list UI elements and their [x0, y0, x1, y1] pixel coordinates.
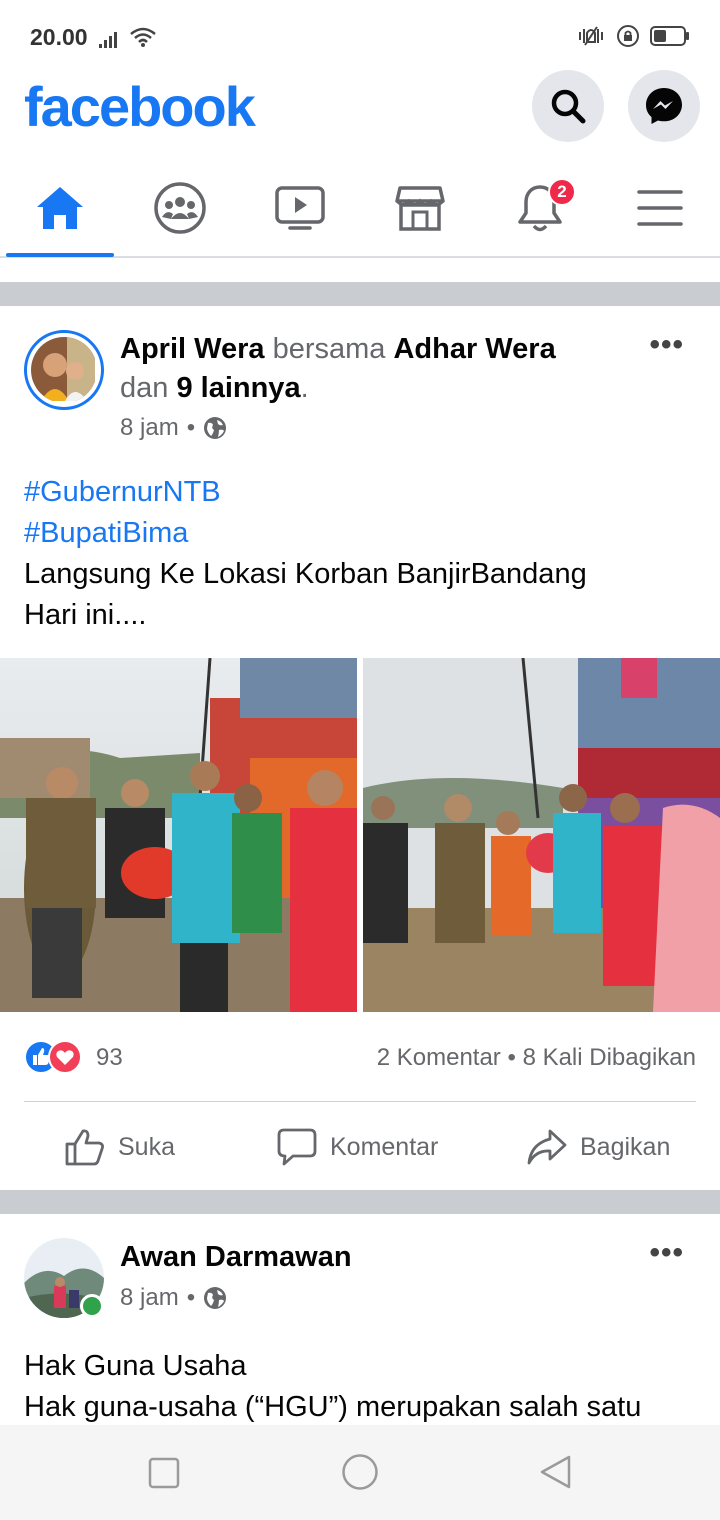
tab-watch[interactable]	[240, 160, 360, 256]
watch-icon	[275, 186, 325, 230]
with-word: bersama	[272, 333, 386, 365]
share-count[interactable]: 8 Kali Dibagikan	[523, 1044, 696, 1071]
globe-icon	[204, 417, 227, 439]
post-text-line: Hak guna-usaha (“HGU”) merupakan salah s…	[24, 1391, 642, 1423]
post-author[interactable]: Awan Darmawan	[120, 1241, 352, 1273]
home-circle-icon[interactable]	[341, 1453, 379, 1491]
back-icon[interactable]	[538, 1454, 572, 1490]
love-reaction-icon	[48, 1040, 82, 1074]
wifi-icon	[130, 27, 156, 47]
signal-icon	[99, 32, 117, 48]
post-meta: 8 jam •	[120, 1284, 227, 1312]
notification-badge: 2	[548, 178, 576, 206]
comments-shares: 2 Komentar • 8 Kali Dibagikan	[377, 1044, 696, 1072]
tab-groups[interactable]	[120, 160, 240, 256]
tab-notifications[interactable]: 2	[480, 160, 600, 256]
hashtag-link[interactable]: #GubernurNTB	[24, 472, 587, 513]
marketplace-icon	[395, 186, 445, 231]
post-photo-2[interactable]	[363, 658, 720, 1012]
meta-dot: •	[186, 414, 196, 441]
status-right-icons	[576, 24, 690, 48]
feed-post: Awan Darmawan 8 jam • ••• Hak Guna Usaha…	[0, 1214, 720, 1425]
search-button[interactable]	[532, 70, 604, 142]
post-options-button[interactable]: •••	[649, 1236, 684, 1270]
comment-count[interactable]: 2 Komentar	[377, 1044, 501, 1071]
avatar-photo	[31, 337, 97, 403]
post-text: #GubernurNTB #BupatiBima Langsung Ke Lok…	[24, 472, 587, 636]
post-text-line: Hak Guna Usaha	[24, 1350, 247, 1382]
facebook-logo[interactable]: facebook	[24, 74, 256, 139]
battery-icon	[650, 26, 689, 46]
groups-icon	[154, 182, 206, 234]
post-text-line: Hari ini....	[24, 599, 147, 631]
meta-dot: •	[186, 1284, 196, 1311]
post-text-line: Langsung Ke Lokasi Korban BanjirBandang	[24, 558, 587, 590]
status-left-icons	[99, 26, 157, 48]
actions-divider	[24, 1101, 696, 1102]
share-label: Bagikan	[580, 1132, 671, 1161]
android-nav-bar	[0, 1425, 720, 1520]
status-bar: 20.00	[0, 0, 720, 70]
post-time[interactable]: 8 jam	[120, 1284, 179, 1312]
reactions-row: 93 2 Komentar • 8 Kali Dibagikan	[24, 1040, 696, 1076]
tagged-user[interactable]: Adhar Wera	[393, 333, 555, 365]
tab-marketplace[interactable]	[360, 160, 480, 256]
post-meta: 8 jam •	[120, 414, 227, 442]
avatar[interactable]	[24, 330, 104, 410]
thumbs-up-icon	[65, 1129, 104, 1166]
globe-icon	[204, 1287, 227, 1309]
post-text: Hak Guna Usaha Hak guna-usaha (“HGU”) me…	[24, 1346, 641, 1425]
meta-dot: •	[507, 1044, 523, 1071]
post-options-button[interactable]: •••	[649, 328, 684, 362]
comment-label: Komentar	[330, 1132, 439, 1161]
like-label: Suka	[118, 1132, 175, 1161]
rotation-lock-icon	[617, 25, 639, 47]
period: .	[300, 372, 309, 404]
home-icon	[37, 187, 83, 229]
share-icon	[527, 1129, 567, 1165]
messenger-button[interactable]	[628, 70, 700, 142]
active-tab-indicator	[6, 253, 114, 257]
recent-apps-icon[interactable]	[148, 1457, 180, 1489]
post-header-text: April Wera bersama Adhar Wera dan 9 lain…	[120, 330, 620, 408]
tab-menu[interactable]	[600, 160, 720, 256]
post-author[interactable]: April Wera	[120, 333, 265, 365]
post-photo-1[interactable]	[0, 658, 357, 1012]
feed-separator	[0, 282, 720, 306]
online-status-indicator	[80, 1294, 104, 1318]
main-nav: 2	[0, 160, 720, 258]
post-time[interactable]: 8 jam	[120, 414, 179, 442]
messenger-icon	[646, 88, 682, 124]
share-button[interactable]: Bagikan	[526, 1124, 670, 1170]
tab-home[interactable]	[0, 160, 120, 257]
vibrate-icon	[579, 26, 603, 46]
like-button[interactable]: Suka	[64, 1124, 175, 1170]
menu-icon	[637, 190, 683, 226]
feed-separator	[0, 1190, 720, 1214]
comment-button[interactable]: Komentar	[276, 1124, 438, 1170]
reaction-count[interactable]: 93	[96, 1044, 123, 1072]
others-link[interactable]: 9 lainnya	[176, 372, 300, 404]
app-header: facebook	[0, 70, 720, 160]
hashtag-link[interactable]: #BupatiBima	[24, 513, 587, 554]
comment-icon	[277, 1128, 317, 1166]
status-time: 20.00	[30, 24, 88, 50]
and-word: dan	[120, 372, 169, 404]
search-icon	[551, 89, 586, 124]
post-header-text: Awan Darmawan	[120, 1238, 352, 1277]
